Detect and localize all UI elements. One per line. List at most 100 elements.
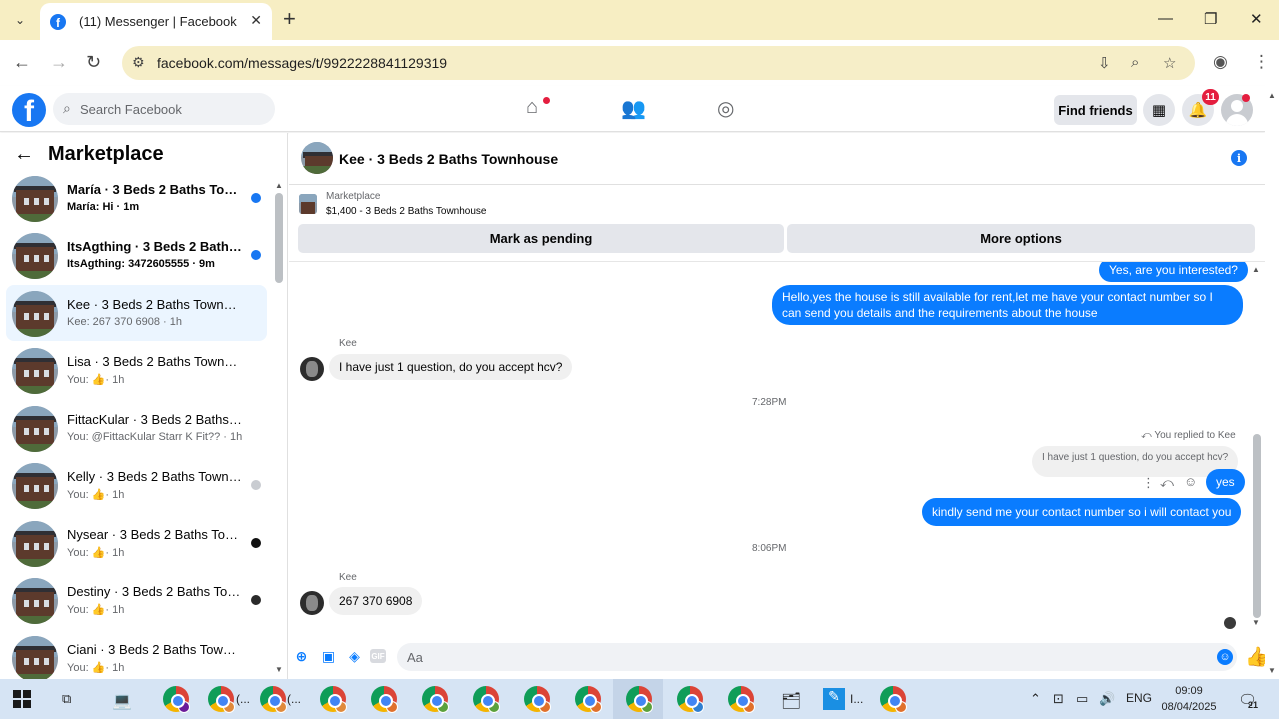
conversation-item[interactable]: ItsAgthing · 3 Beds 2 Baths To... ItsAgth… bbox=[6, 227, 267, 283]
chrome-taskbar-icon[interactable] bbox=[208, 686, 235, 713]
conversation-item[interactable]: Kelly · 3 Beds 2 Baths Townho... You: 👍· … bbox=[6, 457, 267, 513]
page-scrollbar[interactable]: ▲ ▼ bbox=[1265, 86, 1279, 679]
message-bubble-outgoing[interactable]: Yes, are you interested? bbox=[1099, 262, 1248, 282]
listing-thumbnail bbox=[12, 406, 58, 452]
message-bubble-outgoing[interactable]: yes bbox=[1206, 469, 1245, 495]
chrome-taskbar-icon[interactable] bbox=[320, 686, 347, 713]
conversation-snippet: You: 👍· 1h bbox=[67, 661, 124, 674]
chrome-taskbar-icon[interactable] bbox=[473, 686, 500, 713]
listing-thumbnail[interactable] bbox=[301, 142, 333, 174]
conversation-item[interactable]: Lisa · 3 Beds 2 Baths Townhouse You: 👍· 1… bbox=[6, 342, 267, 398]
chrome-taskbar-icon[interactable] bbox=[880, 686, 907, 713]
chrome-taskbar-icon[interactable] bbox=[260, 686, 287, 713]
taskbar-app-label[interactable]: I... bbox=[850, 692, 863, 706]
url-text[interactable]: facebook.com/messages/t/9922228841129319 bbox=[157, 55, 447, 71]
message-input[interactable]: Aa ☺ bbox=[397, 643, 1237, 671]
page-scroll-up-icon[interactable]: ▲ bbox=[1268, 91, 1276, 100]
kee-avatar[interactable] bbox=[300, 357, 324, 381]
back-button[interactable]: ← bbox=[13, 52, 31, 73]
chrome-taskbar-icon[interactable] bbox=[422, 686, 449, 713]
find-friends-button[interactable]: Find friends bbox=[1054, 95, 1137, 125]
task-view-icon[interactable]: ⧉ bbox=[62, 691, 71, 707]
chrome-taskbar-icon[interactable] bbox=[524, 686, 551, 713]
message-bubble-incoming[interactable]: I have just 1 question, do you accept hc… bbox=[329, 354, 573, 380]
message-bubble-incoming[interactable]: 267 370 6908 bbox=[329, 587, 423, 615]
message-scroll-down-icon[interactable]: ▼ bbox=[1252, 618, 1260, 627]
network-icon[interactable]: ▭ bbox=[1076, 691, 1088, 707]
listing-price[interactable]: $1,400 - 3 Beds 2 Baths Townhouse bbox=[326, 206, 486, 217]
gif-icon[interactable]: GIF bbox=[370, 649, 386, 663]
reply-icon[interactable]: ⤺ bbox=[1160, 475, 1174, 491]
zoom-icon[interactable]: ⌕ bbox=[1131, 54, 1139, 71]
chrome-taskbar-icon[interactable] bbox=[728, 686, 755, 713]
restore-window-button[interactable]: ❐ bbox=[1204, 10, 1217, 28]
device-icon[interactable]: ⊡ bbox=[1053, 691, 1064, 707]
windows-taskbar: ⧉ 💻 (... (... 🗂 ✎ I... ⌃ ⊡ ▭ 🔊 ENG 09:09… bbox=[0, 679, 1279, 719]
close-tab-icon[interactable]: ✕ bbox=[250, 12, 262, 29]
groups-icon[interactable]: ◎ bbox=[717, 96, 734, 121]
editor-app-icon[interactable]: ✎ bbox=[823, 688, 845, 710]
minimize-window-button[interactable]: — bbox=[1158, 10, 1173, 27]
message-bubble-outgoing[interactable]: Hello,yes the house is still available f… bbox=[772, 285, 1243, 325]
forward-button[interactable]: → bbox=[50, 52, 68, 73]
taskbar-app-label[interactable]: (... bbox=[236, 692, 250, 706]
site-info-icon[interactable]: ⚙ bbox=[132, 54, 145, 71]
clock[interactable]: 09:09 08/04/2025 bbox=[1159, 683, 1219, 715]
conversation-scrollbar[interactable] bbox=[275, 193, 283, 283]
message-scroll-up-icon[interactable]: ▲ bbox=[1252, 265, 1260, 274]
bookmark-star-icon[interactable]: ☆ bbox=[1163, 54, 1176, 72]
conversation-item[interactable]: FittacKular · 3 Beds 2 Baths Tow... You: … bbox=[6, 400, 267, 456]
scroll-down-arrow-icon[interactable]: ▼ bbox=[275, 665, 283, 674]
conversation-item[interactable]: María · 3 Beds 2 Baths Townh... María: Hi… bbox=[6, 170, 267, 226]
emoji-icon[interactable]: ☺ bbox=[1217, 649, 1233, 665]
conversation-item[interactable]: Destiny · 3 Beds 2 Baths Tow... You: 👍· 1… bbox=[6, 572, 267, 628]
conversation-item[interactable]: Kee · 3 Beds 2 Baths Townhouse Kee: 267 3… bbox=[6, 285, 267, 341]
home-icon[interactable]: ⌂ bbox=[526, 96, 538, 119]
tab-search-dropdown[interactable]: ⌄ bbox=[6, 6, 34, 34]
message-composer: ⊕ ▣ ◈ GIF Aa ☺ 👍 bbox=[289, 641, 1269, 673]
laptop-app-icon[interactable]: 💻 bbox=[112, 691, 132, 711]
taskbar-app-label[interactable]: (... bbox=[287, 692, 301, 706]
windows-start-icon[interactable] bbox=[13, 690, 31, 708]
volume-icon[interactable]: 🔊 bbox=[1099, 691, 1115, 707]
language-indicator[interactable]: ENG bbox=[1126, 691, 1152, 705]
new-tab-button[interactable]: + bbox=[283, 7, 296, 31]
show-hidden-icons-chevron-icon[interactable]: ⌃ bbox=[1030, 691, 1041, 707]
close-window-button[interactable]: ✕ bbox=[1250, 10, 1263, 28]
browser-tab-messenger[interactable]: f (11) Messenger | Facebook ✕ bbox=[40, 3, 272, 40]
conversation-item[interactable]: Ciani · 3 Beds 2 Baths Townhouse You: 👍· … bbox=[6, 630, 267, 679]
sticker-icon[interactable]: ◈ bbox=[346, 648, 363, 665]
chrome-taskbar-icon[interactable] bbox=[626, 686, 653, 713]
back-arrow-icon[interactable]: ← bbox=[14, 143, 34, 166]
browser-profile-icon[interactable]: ◉ bbox=[1213, 52, 1228, 72]
install-app-icon[interactable]: ⇩ bbox=[1098, 54, 1111, 72]
menu-grid-icon[interactable]: ▦ bbox=[1143, 94, 1175, 126]
chat-title[interactable]: Kee · 3 Beds 2 Baths Townhouse bbox=[339, 151, 558, 167]
mark-as-pending-button[interactable]: Mark as pending bbox=[298, 224, 784, 253]
browser-menu-icon[interactable]: ⋮ bbox=[1253, 52, 1270, 72]
address-bar[interactable]: ⚙ facebook.com/messages/t/99222288411293… bbox=[122, 46, 1195, 80]
reload-button[interactable]: ↻ bbox=[86, 52, 101, 73]
page-scroll-down-icon[interactable]: ▼ bbox=[1268, 666, 1276, 675]
plus-icon[interactable]: ⊕ bbox=[293, 648, 310, 665]
chrome-taskbar-icon[interactable] bbox=[575, 686, 602, 713]
facebook-logo-icon[interactable]: f bbox=[12, 93, 46, 127]
file-manager-icon[interactable]: 🗂 bbox=[781, 691, 801, 711]
react-emoji-icon[interactable]: ☺ bbox=[1184, 474, 1197, 489]
message-bubble-outgoing[interactable]: kindly send me your contact number so i … bbox=[922, 498, 1242, 526]
chrome-taskbar-icon[interactable] bbox=[677, 686, 704, 713]
info-icon[interactable]: i bbox=[1231, 150, 1247, 166]
conversation-item[interactable]: Nysear · 3 Beds 2 Baths Town... You: 👍· 1… bbox=[6, 515, 267, 571]
scroll-up-arrow-icon[interactable]: ▲ bbox=[275, 181, 283, 190]
kee-avatar[interactable] bbox=[300, 591, 324, 615]
friends-icon[interactable]: 👥 bbox=[621, 96, 646, 121]
facebook-search[interactable]: ⌕ Search Facebook bbox=[53, 93, 275, 125]
reply-quote[interactable]: I have just 1 question, do you accept hc… bbox=[1032, 446, 1239, 477]
message-scrollbar[interactable] bbox=[1253, 434, 1261, 618]
photo-icon[interactable]: ▣ bbox=[320, 648, 337, 665]
chrome-taskbar-icon[interactable] bbox=[371, 686, 398, 713]
listing-small-thumbnail[interactable] bbox=[299, 194, 317, 214]
chrome-taskbar-icon[interactable] bbox=[163, 686, 190, 713]
more-options-button[interactable]: More options bbox=[787, 224, 1255, 253]
more-actions-icon[interactable]: ⋮ bbox=[1142, 475, 1155, 491]
